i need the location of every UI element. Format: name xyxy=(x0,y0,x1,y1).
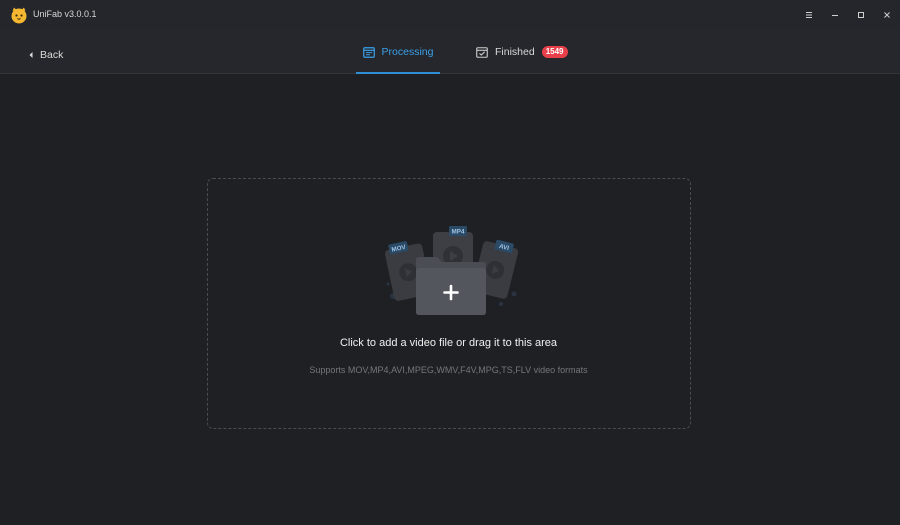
finished-check-icon xyxy=(476,46,488,58)
supported-formats-text: Supports MOV,MP4,AVI,MPEG,WMV,F4V,MPG,TS… xyxy=(309,365,588,375)
tab-finished[interactable]: Finished 1549 xyxy=(476,30,568,74)
back-button[interactable]: Back xyxy=(28,48,63,62)
minimize-button[interactable] xyxy=(827,7,843,23)
finished-count-badge: 1549 xyxy=(541,46,568,58)
tab-processing[interactable]: Processing xyxy=(356,30,440,74)
nav-bar: Back Processing Finished 1549 xyxy=(0,30,900,74)
drop-instruction: Click to add a video file or drag it to … xyxy=(339,337,558,349)
menu-button[interactable] xyxy=(801,7,817,23)
tab-finished-label: Finished xyxy=(495,46,535,58)
tab-processing-label: Processing xyxy=(381,46,434,58)
menu-icon xyxy=(806,12,812,18)
video-drop-zone[interactable]: MOV MP4 AVI Click to add a video file or… xyxy=(207,178,691,429)
app-title: UniFab v3.0.0.1 xyxy=(33,9,97,19)
maximize-button[interactable] xyxy=(853,7,869,23)
active-tab-indicator xyxy=(356,72,440,74)
back-label: Back xyxy=(40,49,64,61)
mp4-tag: MP4 xyxy=(452,229,465,236)
title-bar: UniFab v3.0.0.1 xyxy=(0,0,900,30)
minimize-icon xyxy=(832,15,838,16)
unifab-logo-icon xyxy=(11,7,27,24)
maximize-icon xyxy=(858,12,864,18)
close-icon xyxy=(884,12,890,18)
add-video-folder-icon: MOV MP4 AVI xyxy=(384,226,519,315)
processing-list-icon xyxy=(362,46,375,58)
close-button[interactable] xyxy=(879,7,895,23)
caret-left-icon xyxy=(29,52,33,58)
